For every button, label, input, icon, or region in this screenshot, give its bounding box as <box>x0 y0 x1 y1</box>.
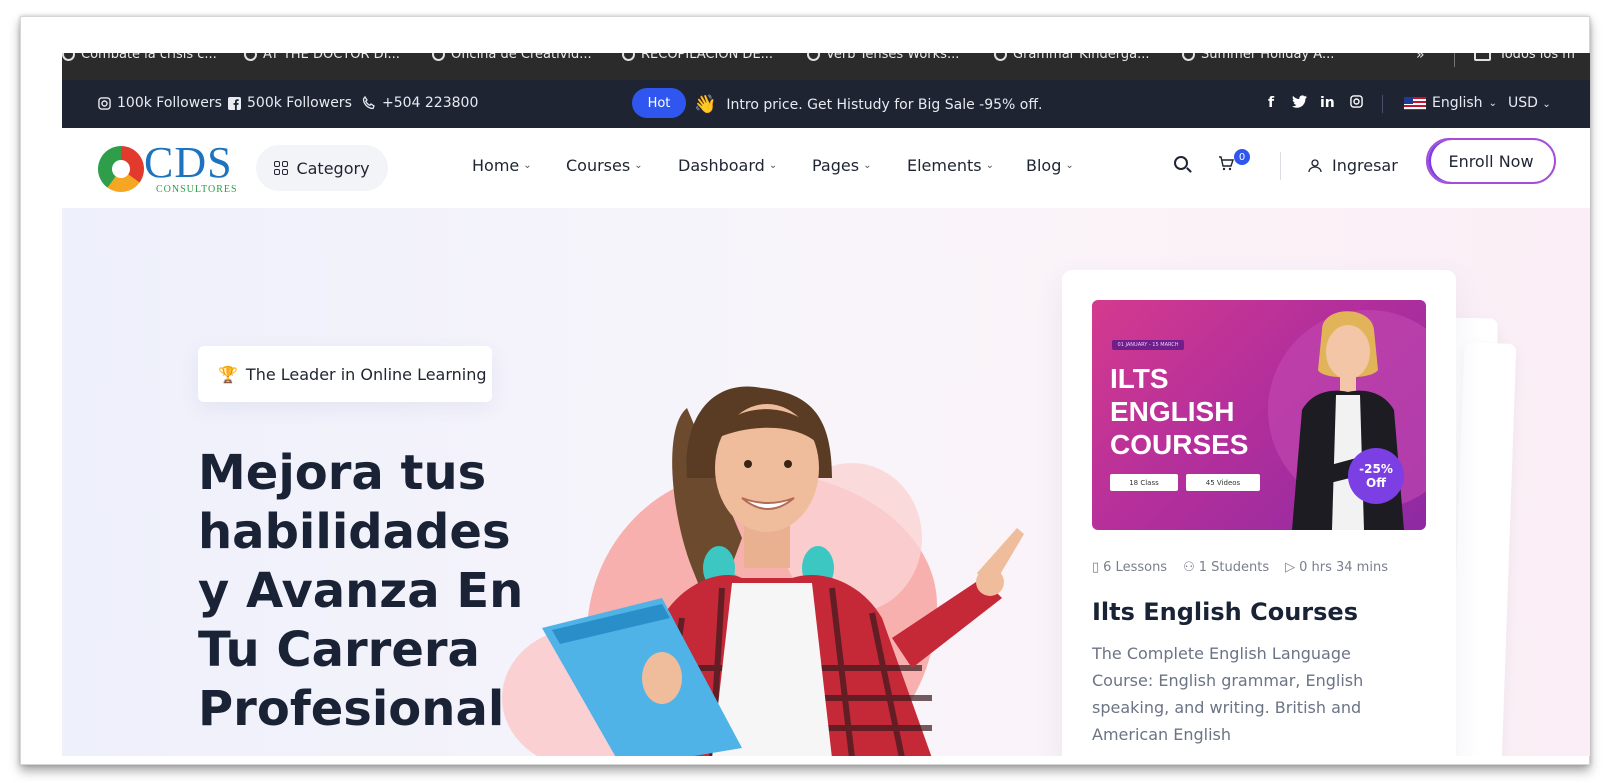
video-count-pill: 45 Videos <box>1186 474 1260 491</box>
instagram-followers[interactable]: 100k Followers <box>98 95 222 111</box>
chevron-down-icon: ⌄ <box>863 160 872 171</box>
globe-icon <box>994 53 1007 61</box>
search-icon[interactable] <box>1174 156 1188 170</box>
users-icon: ⚇ <box>1183 560 1195 575</box>
bookmark-item[interactable]: Oficina de Creativid... <box>432 53 592 62</box>
waving-hand-icon: 👋 <box>694 94 717 115</box>
site-logo[interactable]: CDS CONSULTORES <box>98 140 248 196</box>
menu-home[interactable]: Home ⌄ <box>472 156 532 175</box>
bookmark-item[interactable]: Grammar Kinderga... <box>994 53 1150 62</box>
bookmark-item[interactable]: RECOPILACION DE... <box>622 53 773 62</box>
main-header: CDS CONSULTORES Category Home ⌄ Courses ⌄ … <box>62 128 1590 208</box>
folder-icon <box>1474 53 1491 61</box>
all-bookmarks-button[interactable]: Todos los m <box>1474 53 1575 62</box>
chevron-down-icon: ⌄ <box>1488 97 1497 109</box>
menu-dashboard[interactable]: Dashboard ⌄ <box>678 156 777 175</box>
globe-icon <box>244 53 257 61</box>
linkedin-link-icon[interactable]: in <box>1320 95 1335 111</box>
menu-elements[interactable]: Elements ⌄ <box>907 156 994 175</box>
topbar-divider <box>1382 95 1383 113</box>
course-title[interactable]: Ilts English Courses <box>1092 598 1358 626</box>
bookmark-item[interactable]: Combate la crisis c... <box>62 53 217 62</box>
phone-icon <box>362 96 375 110</box>
play-icon: ▷ <box>1285 560 1296 575</box>
menu-pages[interactable]: Pages ⌄ <box>812 156 871 175</box>
globe-icon <box>622 53 635 61</box>
menu-courses[interactable]: Courses ⌄ <box>566 156 643 175</box>
twitter-link-icon[interactable] <box>1292 95 1307 112</box>
currency-selector[interactable]: USD ⌄ <box>1508 95 1551 111</box>
menu-blog[interactable]: Blog ⌄ <box>1026 156 1074 175</box>
user-icon <box>1308 158 1322 172</box>
login-link[interactable]: Ingresar <box>1308 156 1398 175</box>
chevron-down-icon: ⌄ <box>634 160 643 171</box>
us-flag-icon <box>1404 96 1426 110</box>
header-divider <box>1280 152 1281 180</box>
top-promo-bar: 100k Followers 500k Followers +504 22380… <box>62 80 1590 128</box>
class-count-pill: 18 Class <box>1110 474 1178 491</box>
language-selector[interactable]: English ⌄ <box>1404 95 1497 111</box>
hero-section: 🏆 The Leader in Online Learning Mejora t… <box>62 208 1590 756</box>
students-count: ⚇ 1 Students <box>1183 560 1270 575</box>
enroll-now-button[interactable]: Enroll Now <box>1426 138 1556 184</box>
bookmarks-bar: Combate la crisis c... AT THE DOCTOR DI.… <box>62 53 1590 80</box>
grid-icon <box>274 161 289 175</box>
bookmarks-overflow-button[interactable]: » <box>1416 53 1425 63</box>
bookmarks-divider <box>1454 53 1455 67</box>
cart-icon[interactable] <box>1218 156 1234 175</box>
instructor-illustration <box>1292 311 1404 530</box>
facebook-followers[interactable]: 500k Followers <box>228 95 352 111</box>
phone-number[interactable]: +504 223800 <box>362 95 478 111</box>
chevron-down-icon: ⌄ <box>985 160 994 171</box>
student-illustration <box>542 386 1024 756</box>
bookmark-item[interactable]: AT THE DOCTOR DI... <box>244 53 400 62</box>
bookmark-item[interactable]: Summer Holiday A... <box>1182 53 1334 62</box>
cart-count-badge: 0 <box>1234 149 1250 165</box>
bookmark-item[interactable]: Verb Tenses Works... <box>807 53 959 62</box>
chevron-down-icon: ⌄ <box>523 160 532 171</box>
instagram-icon <box>98 96 111 110</box>
globe-icon <box>807 53 820 61</box>
course-description: The Complete English Language Course: En… <box>1092 644 1364 744</box>
leader-badge: 🏆 The Leader in Online Learning <box>198 346 492 402</box>
globe-icon <box>62 53 75 61</box>
lessons-count: ▯ 6 Lessons <box>1092 560 1168 575</box>
chevron-down-icon: ⌄ <box>1542 99 1551 110</box>
promo-message[interactable]: 👋 Intro price. Get Histudy for Big Sale … <box>694 94 1042 115</box>
facebook-icon <box>228 96 241 110</box>
facebook-link-icon[interactable]: f <box>1268 95 1274 111</box>
thumbnail-title: ILTS ENGLISH COURSES <box>1110 363 1249 460</box>
book-icon: ▯ <box>1092 560 1100 575</box>
logo-mark-icon <box>98 146 144 192</box>
chevron-down-icon: ⌄ <box>1065 160 1074 171</box>
instagram-link-icon[interactable] <box>1350 95 1363 112</box>
discount-badge: -25% Off <box>1348 448 1404 504</box>
course-meta: ▯ 6 Lessons ⚇ 1 Students ▷ 0 hrs 34 mins <box>1092 560 1388 575</box>
hot-badge: Hot <box>632 88 686 118</box>
globe-icon <box>432 53 445 61</box>
trophy-icon: 🏆 <box>218 364 238 384</box>
globe-icon <box>1182 53 1195 61</box>
screenshot-frame: Combate la crisis c... AT THE DOCTOR DI.… <box>20 16 1590 765</box>
course-card[interactable]: 01 JANUARY - 15 MARCH ILTS ENGLISH COURS… <box>1062 270 1456 756</box>
browser-viewport: Combate la crisis c... AT THE DOCTOR DI.… <box>62 53 1590 756</box>
category-button[interactable]: Category <box>256 145 388 191</box>
course-duration: ▷ 0 hrs 34 mins <box>1285 560 1388 575</box>
course-thumbnail[interactable]: 01 JANUARY - 15 MARCH ILTS ENGLISH COURS… <box>1092 300 1426 530</box>
chevron-down-icon: ⌄ <box>768 160 778 171</box>
